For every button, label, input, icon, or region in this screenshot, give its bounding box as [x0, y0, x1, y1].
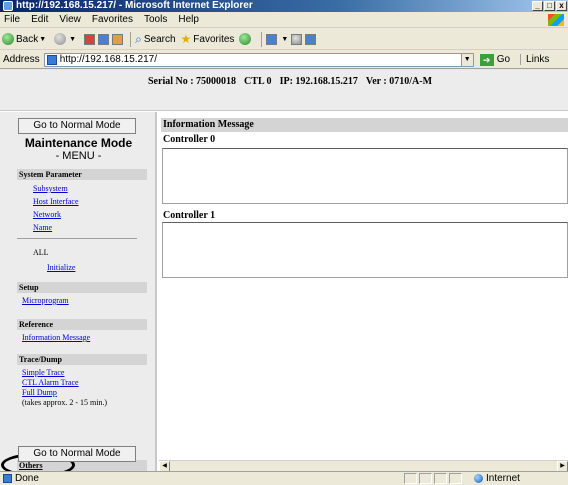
go-arrow-icon: ➔	[479, 53, 494, 66]
stop-icon[interactable]	[84, 33, 96, 45]
host-interface-link[interactable]: Host Interface	[33, 197, 79, 207]
controller-id: CTL 0	[244, 76, 272, 87]
name-link[interactable]: Name	[33, 223, 52, 233]
controller-0-label: Controller 0	[163, 134, 216, 145]
serial-number: Serial No : 75000018	[148, 76, 237, 87]
back-label: Back	[16, 33, 39, 45]
simple-trace-link[interactable]: Simple Trace	[22, 368, 64, 378]
security-zone: Internet	[474, 472, 520, 485]
device-info: Serial No : 75000018 CTL 0 IP: 192.168.15.…	[148, 76, 440, 87]
toolbar: Back ▼ ▼ ⌕ Search ★ Favorites ▼	[0, 29, 568, 50]
menu-help[interactable]: Help	[178, 14, 199, 25]
menu-view[interactable]: View	[59, 14, 81, 25]
mode-title: Maintenance Mode	[24, 136, 133, 150]
network-link[interactable]: Network	[33, 210, 61, 220]
search-label: Search	[143, 33, 176, 45]
system-parameter-header: System Parameter	[17, 169, 147, 180]
information-message-header: Information Message	[161, 118, 568, 132]
firmware-version: Ver : 0710/A-M	[365, 76, 433, 87]
status-text: Done	[15, 473, 39, 484]
maximize-button[interactable]: □	[544, 1, 555, 11]
go-to-normal-mode-button[interactable]: Go to Normal Mode	[18, 118, 136, 134]
divider	[17, 238, 137, 239]
address-url: http://192.168.15.217/	[59, 54, 157, 65]
information-message-link[interactable]: Information Message	[22, 333, 90, 343]
ctl-alarm-trace-link[interactable]: CTL Alarm Trace	[22, 378, 79, 388]
controller-1-label: Controller 1	[163, 210, 216, 221]
device-header: Serial No : 75000018 CTL 0 IP: 192.168.15.…	[0, 70, 568, 111]
menu-favorites[interactable]: Favorites	[92, 14, 133, 25]
chevron-down-icon[interactable]: ▼	[39, 36, 46, 43]
links-button[interactable]: Links	[520, 54, 549, 65]
forward-button[interactable]: ▼	[54, 33, 79, 45]
page-done-icon	[3, 474, 12, 483]
history-icon[interactable]	[266, 33, 278, 45]
page-icon	[46, 54, 57, 65]
window-title-bar: http://192.168.15.217/ - Microsoft Inter…	[0, 0, 568, 12]
search-icon: ⌕	[135, 31, 142, 46]
sidebar: Go to Normal Mode Maintenance Mode - MEN…	[0, 112, 157, 477]
mail-icon[interactable]	[291, 33, 303, 45]
back-button[interactable]: Back ▼	[2, 33, 49, 45]
menu-bar: File Edit View Favorites Tools Help	[0, 12, 568, 28]
subsystem-link[interactable]: Subsystem	[33, 184, 68, 194]
menu-tools[interactable]: Tools	[144, 14, 167, 25]
go-to-normal-mode-button-bottom[interactable]: Go to Normal Mode	[18, 446, 136, 462]
favorites-star-icon: ★	[180, 32, 192, 46]
chevron-down-icon[interactable]: ▼	[69, 36, 76, 43]
print-icon[interactable]	[305, 33, 317, 45]
refresh-icon[interactable]	[98, 33, 110, 45]
trace-dump-header: Trace/Dump	[17, 354, 147, 365]
menu-file[interactable]: File	[4, 14, 20, 25]
dump-duration-note: (takes approx. 2 - 15 min.)	[22, 398, 108, 407]
toolbar-separator	[261, 31, 263, 47]
setup-header: Setup	[17, 282, 147, 293]
go-label: Go	[496, 54, 511, 65]
status-bar: Done Internet	[0, 471, 568, 485]
search-button[interactable]: ⌕ Search	[135, 32, 175, 47]
close-button[interactable]: x	[556, 1, 567, 11]
forward-arrow-icon	[54, 33, 67, 45]
microprogram-link[interactable]: Microprogram	[22, 296, 69, 306]
status-panel	[419, 473, 432, 484]
address-bar: Address http://192.168.15.217/ ▼ ➔ Go Li…	[0, 51, 568, 69]
internet-globe-icon	[474, 474, 483, 483]
ip-address: IP: 192.168.15.217	[279, 76, 358, 87]
chevron-down-icon[interactable]: ▼	[460, 53, 473, 66]
status-panel	[434, 473, 447, 484]
all-label: ALL	[33, 248, 49, 257]
horizontal-scrollbar[interactable]: ◀ ▶	[159, 460, 568, 472]
zone-label: Internet	[486, 473, 520, 484]
home-icon[interactable]	[112, 33, 124, 45]
reference-header: Reference	[17, 319, 147, 330]
page-content: Serial No : 75000018 CTL 0 IP: 192.168.15.…	[0, 70, 568, 477]
ie-icon	[3, 1, 13, 11]
initialize-link[interactable]: Initialize	[47, 263, 75, 273]
media-icon[interactable]	[239, 33, 252, 45]
windows-logo-icon	[548, 14, 564, 26]
address-input[interactable]: http://192.168.15.217/ ▼	[43, 52, 474, 67]
toolbar-separator	[130, 31, 132, 47]
window-title: http://192.168.15.217/ - Microsoft Inter…	[16, 0, 253, 11]
back-arrow-icon	[2, 33, 14, 45]
chevron-down-icon[interactable]: ▼	[281, 36, 288, 43]
status-panel	[404, 473, 417, 484]
controller-1-message-box[interactable]	[162, 222, 568, 278]
go-button[interactable]: ➔ Go	[479, 53, 511, 66]
status-panel	[449, 473, 462, 484]
favorites-button[interactable]: ★ Favorites	[181, 32, 235, 46]
menu-label: - MENU -	[55, 150, 102, 162]
favorites-label: Favorites	[193, 33, 235, 45]
minimize-button[interactable]: _	[532, 1, 543, 11]
controller-0-message-box[interactable]	[162, 148, 568, 204]
menu-edit[interactable]: Edit	[31, 14, 48, 25]
main-frame: Information Message Controller 0 Control…	[159, 112, 568, 472]
full-dump-link[interactable]: Full Dump	[22, 388, 57, 398]
address-label: Address	[3, 54, 40, 65]
